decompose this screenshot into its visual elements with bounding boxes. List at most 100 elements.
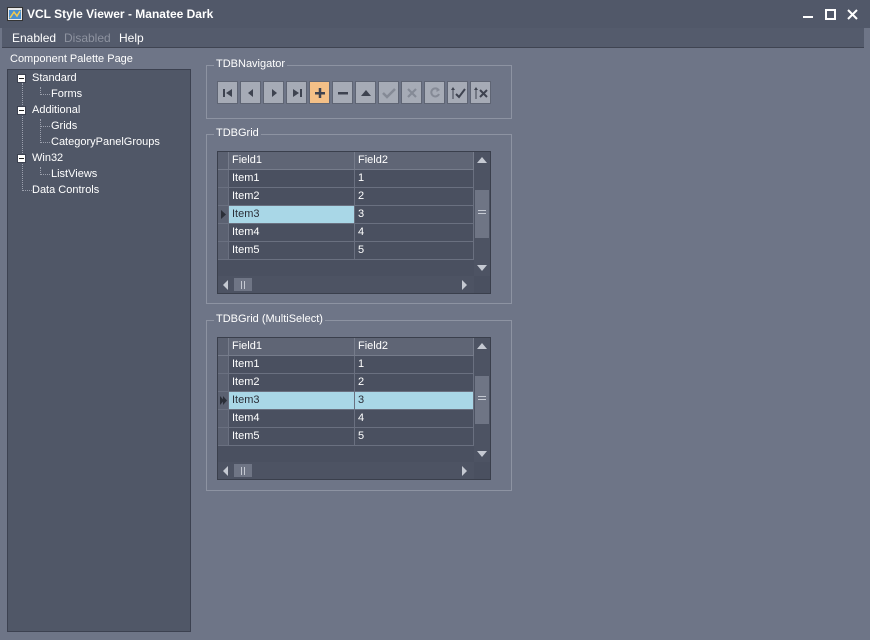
current-row-arrow-icon (221, 210, 226, 219)
table-cell[interactable]: 3 (355, 206, 474, 224)
tree-node-grids[interactable]: Grids (51, 120, 77, 132)
table-cell[interactable]: 5 (355, 428, 474, 446)
row-indicator[interactable] (218, 206, 229, 224)
table-cell[interactable]: 1 (355, 170, 474, 188)
dbgrid-multiselect[interactable]: Field1 Field2 Item1 1 Item2 2 Item3 3 It… (217, 337, 491, 480)
table-cell[interactable]: Item2 (229, 188, 355, 206)
nav-refresh-button[interactable] (424, 81, 445, 104)
table-cell[interactable]: 1 (355, 356, 474, 374)
tree-line (40, 126, 50, 127)
collapse-icon[interactable] (17, 106, 26, 115)
tree-node-win32[interactable]: Win32 (32, 152, 63, 164)
current-row-arrow-icon (220, 396, 227, 405)
nav-insert-button[interactable] (309, 81, 330, 104)
tree-node-additional[interactable]: Additional (32, 104, 80, 116)
scroll-down-icon[interactable] (477, 264, 487, 272)
row-indicator[interactable] (218, 170, 229, 188)
table-cell[interactable]: 2 (355, 188, 474, 206)
horizontal-scrollbar[interactable] (218, 462, 474, 479)
close-button[interactable] (841, 4, 863, 24)
app-icon (7, 7, 23, 21)
tree-line (22, 83, 23, 191)
table-cell[interactable]: Item4 (229, 224, 355, 242)
table-cell[interactable]: Item5 (229, 428, 355, 446)
maximize-button[interactable] (819, 4, 841, 24)
grip-icon (478, 210, 486, 214)
tree-node-categorypanelgroups[interactable]: CategoryPanelGroups (51, 136, 160, 148)
horizontal-scrollbar[interactable] (218, 276, 474, 293)
table-cell[interactable]: Item1 (229, 356, 355, 374)
apply-updates-icon (450, 86, 466, 99)
scroll-up-icon[interactable] (477, 342, 487, 350)
scroll-thumb[interactable] (234, 464, 252, 477)
scroll-down-icon[interactable] (477, 450, 487, 458)
nav-post-button[interactable] (378, 81, 399, 104)
prior-record-icon (247, 88, 253, 97)
scroll-thumb[interactable] (234, 278, 252, 291)
row-indicator[interactable] (218, 242, 229, 260)
tree-node-forms[interactable]: Forms (51, 88, 82, 100)
table-cell[interactable]: Item4 (229, 410, 355, 428)
nav-last-button[interactable] (286, 81, 307, 104)
minimize-button[interactable] (797, 4, 819, 24)
menu-enabled[interactable]: Enabled (12, 31, 56, 45)
tree-node-standard[interactable]: Standard (32, 72, 77, 84)
row-indicator[interactable] (218, 392, 229, 410)
title-bar: VCL Style Viewer - Manatee Dark (0, 0, 870, 28)
row-indicator[interactable] (218, 374, 229, 392)
row-indicator[interactable] (218, 224, 229, 242)
tree-line (40, 94, 50, 95)
column-header-field2[interactable]: Field2 (355, 152, 474, 170)
nav-delete-button[interactable] (332, 81, 353, 104)
dbgrid[interactable]: Field1 Field2 Item1 1 Item2 2 Item3 3 It… (217, 151, 491, 294)
table-cell[interactable]: Item2 (229, 374, 355, 392)
nav-cancel-button[interactable] (401, 81, 422, 104)
tree-node-data-controls[interactable]: Data Controls (32, 184, 99, 196)
window-title: VCL Style Viewer - Manatee Dark (27, 7, 214, 21)
collapse-icon[interactable] (17, 154, 26, 163)
nav-prior-button[interactable] (240, 81, 261, 104)
edit-triangle-icon (360, 89, 371, 96)
grip-icon (241, 467, 245, 475)
table-cell[interactable]: 5 (355, 242, 474, 260)
row-indicator[interactable] (218, 188, 229, 206)
column-header-field1[interactable]: Field1 (229, 338, 355, 356)
table-cell[interactable]: 2 (355, 374, 474, 392)
nav-first-button[interactable] (217, 81, 238, 104)
row-indicator[interactable] (218, 428, 229, 446)
tree-line (40, 174, 50, 175)
vertical-scrollbar[interactable] (474, 338, 490, 462)
scroll-up-icon[interactable] (477, 156, 487, 164)
menu-help[interactable]: Help (119, 31, 144, 45)
collapse-icon[interactable] (17, 74, 26, 83)
table-cell[interactable]: 4 (355, 224, 474, 242)
vertical-scrollbar[interactable] (474, 152, 490, 276)
menu-disabled[interactable]: Disabled (64, 31, 111, 45)
scroll-thumb[interactable] (475, 190, 489, 238)
row-indicator[interactable] (218, 356, 229, 374)
table-cell[interactable]: Item5 (229, 242, 355, 260)
table-cell-selected[interactable]: 3 (355, 392, 474, 410)
grip-icon (241, 281, 245, 289)
table-cell[interactable]: Item1 (229, 170, 355, 188)
table-cell-selected[interactable]: Item3 (229, 392, 355, 410)
tree-line (40, 119, 41, 143)
scroll-left-icon[interactable] (222, 466, 229, 476)
table-cell-selected[interactable]: Item3 (229, 206, 355, 224)
column-header-field1[interactable]: Field1 (229, 152, 355, 170)
nav-next-button[interactable] (263, 81, 284, 104)
nav-edit-button[interactable] (355, 81, 376, 104)
scroll-thumb[interactable] (475, 376, 489, 424)
palette-tree[interactable]: Standard Forms Additional Grids Category… (7, 69, 191, 632)
tree-node-listviews[interactable]: ListViews (51, 168, 97, 180)
row-indicator[interactable] (218, 410, 229, 428)
indicator-header (218, 152, 229, 170)
column-header-field2[interactable]: Field2 (355, 338, 474, 356)
nav-apply-button[interactable] (447, 81, 468, 104)
table-cell[interactable]: 4 (355, 410, 474, 428)
scroll-right-icon[interactable] (461, 280, 468, 290)
scroll-left-icon[interactable] (222, 280, 229, 290)
nav-cancel-updates-button[interactable] (470, 81, 491, 104)
scroll-right-icon[interactable] (461, 466, 468, 476)
cancel-updates-icon (473, 86, 488, 99)
